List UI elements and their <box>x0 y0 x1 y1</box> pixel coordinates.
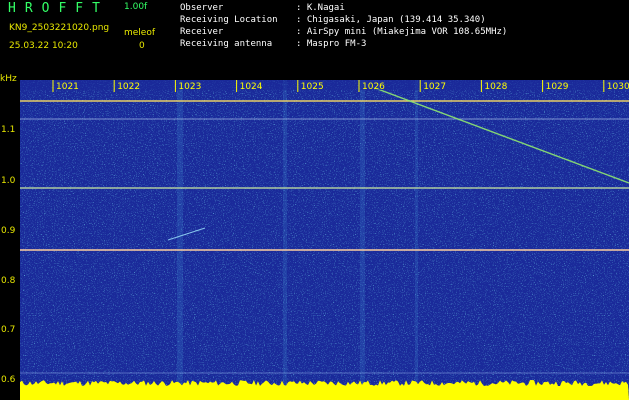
y-tick-1-1: 1.1 <box>1 125 16 135</box>
info-observer-label: Observer <box>180 3 224 13</box>
vertical-band <box>415 80 418 400</box>
x-tick-label: 1027 <box>423 82 446 92</box>
info-antenna-label: Receiving antenna <box>180 39 273 49</box>
baseline-noise-floor <box>20 380 629 400</box>
y-tick-1-0: 1.0 <box>1 176 16 186</box>
x-tick-label: 1026 <box>362 82 385 92</box>
vertical-band <box>283 80 287 400</box>
meteor-count: 0 <box>139 41 145 51</box>
x-tick-label: 1029 <box>546 82 569 92</box>
info-observer-value: : K.Nagai <box>296 3 345 13</box>
version-label: 1.00f <box>124 2 148 12</box>
meteor-label: meleof <box>124 28 156 38</box>
x-tick-label: 1030 <box>607 82 629 92</box>
x-tick-label: 1025 <box>301 82 324 92</box>
x-tick-band <box>20 80 629 90</box>
y-tick-0-7: 0.7 <box>1 325 16 335</box>
datetime-label: 25.03.22 10:20 <box>9 41 78 51</box>
y-unit-label: kHz <box>0 74 17 84</box>
vertical-band <box>177 80 183 400</box>
info-antenna-value: : Maspro FM-3 <box>296 39 367 49</box>
info-location-value: : Chigasaki, Japan (139.414 35.340) <box>296 15 486 25</box>
filename-label: KN9_2503221020.png <box>9 23 110 33</box>
y-tick-0-6: 0.6 <box>1 375 16 385</box>
y-tick-0-9: 0.9 <box>1 226 16 236</box>
x-tick-label: 1028 <box>484 82 507 92</box>
info-receiver-value: : AirSpy mini (Miakejima VOR 108.65MHz) <box>296 27 508 37</box>
noise-speckle <box>20 80 629 400</box>
spectrogram-plot: 1021 1022 1023 1024 1025 1026 1027 1028 1029 1030 <box>20 80 629 400</box>
x-tick-label: 1022 <box>117 82 140 92</box>
info-location-label: Receiving Location <box>180 15 278 25</box>
vertical-band <box>360 80 365 400</box>
y-tick-0-8: 0.8 <box>1 276 16 286</box>
app-title: HROFFT <box>8 1 109 16</box>
x-tick-label: 1021 <box>56 82 79 92</box>
x-tick-label: 1023 <box>178 82 201 92</box>
info-receiver-label: Receiver <box>180 27 224 37</box>
x-tick-label: 1024 <box>240 82 263 92</box>
header-panel: HROFFT 1.00f KN9_2503221020.png meleof 2… <box>0 0 629 78</box>
